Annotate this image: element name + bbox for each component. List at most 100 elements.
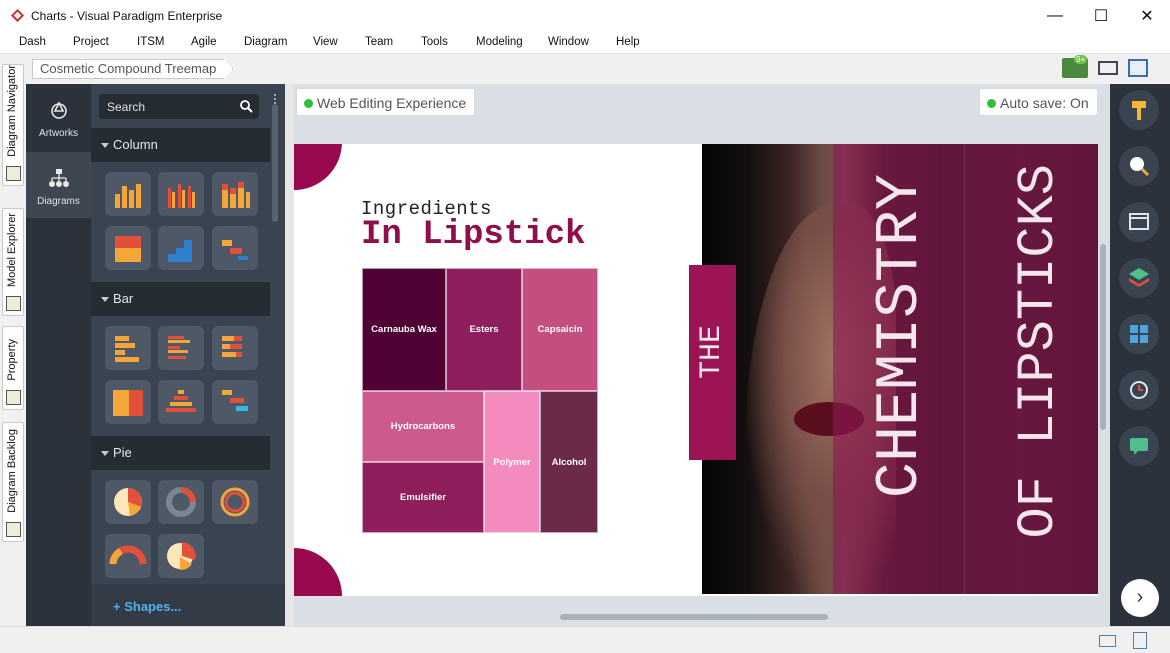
menu-tools[interactable]: Tools (421, 36, 448, 48)
autosave-chip[interactable]: Auto save: On (979, 88, 1098, 116)
tab-diagram-navigator[interactable]: Diagram Navigator (2, 64, 24, 186)
web-editing-label: Web Editing Experience (317, 95, 467, 111)
maximize-button[interactable]: ☐ (1078, 0, 1124, 32)
mail-icon[interactable] (1099, 635, 1116, 647)
canvas-horizontal-scrollbar[interactable] (560, 614, 828, 620)
palette-scrollbar[interactable] (272, 104, 278, 222)
the-label-box: THE (689, 265, 736, 460)
stacked-bar-tile[interactable] (212, 326, 258, 370)
tab-diagram-backlog[interactable]: Diagram Backlog (2, 422, 24, 542)
breadcrumb-bar: Cosmetic Compound Treemap 9+ (26, 54, 1170, 84)
tab-model-explorer[interactable]: Model Explorer (2, 208, 24, 316)
menu-diagram[interactable]: Diagram (244, 36, 287, 48)
tab-label: Diagram Backlog (6, 429, 18, 513)
menu-view[interactable]: View (313, 36, 338, 48)
title-of-lipsticks: OF LIPSTICKS (1009, 164, 1068, 539)
document-edit-icon[interactable] (1133, 632, 1147, 649)
pie-chart-tile[interactable] (105, 480, 151, 524)
treemap-cell-emulsifier[interactable]: Emulsifier (362, 462, 484, 533)
gantt-bar-tile[interactable] (212, 380, 258, 424)
treemap-cell-polymer[interactable]: Polymer (484, 391, 540, 533)
explorer-icon (6, 296, 21, 311)
zoom-icon[interactable] (1119, 146, 1159, 186)
navigator-icon (6, 166, 21, 181)
ring-chart-tile[interactable] (212, 480, 258, 524)
grid-panels-icon[interactable] (1119, 314, 1159, 354)
search-input[interactable]: Search (99, 94, 259, 119)
tab-property[interactable]: Property (2, 326, 24, 410)
history-icon[interactable] (1119, 370, 1159, 410)
artworks-icon (51, 101, 67, 119)
fit-to-window-icon[interactable] (1098, 61, 1118, 75)
treemap-cell-capsaicin[interactable]: Capsaicin (522, 268, 598, 391)
treemap-cell-hydrocarbons[interactable]: Hydrocarbons (362, 391, 484, 462)
stacked-100-column-tile[interactable] (105, 226, 151, 270)
rail-label: Artworks (39, 128, 78, 139)
menu-bar: Dash Project ITSM Agile Diagram View Tea… (0, 32, 1170, 54)
chart-palette: Search Column Bar Pie + Shapes... (91, 84, 285, 626)
category-pie[interactable]: Pie (91, 436, 270, 470)
shapes-link[interactable]: + Shapes... (113, 599, 181, 614)
bar-chart-tile[interactable] (105, 326, 151, 370)
diagram-canvas[interactable]: Web Editing Experience Auto save: On Ing… (294, 84, 1110, 626)
gantt-column-tile[interactable] (212, 226, 258, 270)
diagrams-icon (49, 169, 69, 187)
menu-project[interactable]: Project (73, 36, 109, 48)
half-donut-tile[interactable] (105, 534, 151, 578)
rail-artworks[interactable]: Artworks (26, 84, 91, 150)
web-editing-chip[interactable]: Web Editing Experience (296, 88, 476, 116)
band-divider (964, 144, 965, 594)
rail-label: Diagrams (37, 196, 80, 207)
grouped-column-tile[interactable] (158, 172, 204, 216)
shapes-footer: + Shapes... (91, 584, 285, 626)
title-bar: Charts - Visual Paradigm Enterprise — ☐ … (0, 0, 1170, 32)
stacked-100-bar-tile[interactable] (105, 380, 151, 424)
breadcrumb[interactable]: Cosmetic Compound Treemap (32, 59, 233, 79)
decor-circle-bottom (294, 548, 342, 596)
menu-modeling[interactable]: Modeling (476, 36, 523, 48)
app-logo-icon (10, 8, 25, 23)
expand-panel-button[interactable]: › (1121, 579, 1159, 617)
menu-agile[interactable]: Agile (191, 36, 217, 48)
panel-splitter[interactable] (285, 84, 294, 626)
rail-diagrams[interactable]: Diagrams (26, 152, 91, 218)
format-painter-icon[interactable] (1119, 90, 1159, 130)
tab-label: Diagram Navigator (6, 65, 18, 157)
megaphone-icon[interactable]: 9+ (1062, 55, 1088, 78)
status-dot (987, 99, 996, 108)
decor-circle-top (294, 144, 342, 190)
menu-itsm[interactable]: ITSM (137, 36, 164, 48)
grouped-bar-tile[interactable] (158, 326, 204, 370)
close-button[interactable]: ✕ (1124, 0, 1170, 32)
minimize-button[interactable]: — (1032, 0, 1078, 32)
tab-label: Property (6, 339, 18, 381)
treemap[interactable]: Carnauba Wax Esters Capsaicin Hydrocarbo… (362, 268, 598, 533)
exploded-pie-tile[interactable] (158, 534, 204, 578)
stacked-column-tile[interactable] (212, 172, 258, 216)
canvas-vertical-scrollbar[interactable] (1100, 244, 1106, 430)
the-label: THE (695, 325, 729, 380)
menu-help[interactable]: Help (616, 36, 640, 48)
search-icon[interactable] (240, 100, 253, 113)
donut-chart-tile[interactable] (158, 480, 204, 524)
notification-badge: 9+ (1074, 55, 1088, 64)
menu-window[interactable]: Window (548, 36, 589, 48)
column-chart-tile[interactable] (105, 172, 151, 216)
palette-rail: Artworks Diagrams (26, 84, 91, 626)
category-bar[interactable]: Bar (91, 282, 270, 316)
comments-icon[interactable] (1119, 426, 1159, 466)
pyramid-bar-tile[interactable] (158, 380, 204, 424)
property-icon (6, 390, 21, 405)
panel-layout-icon[interactable] (1128, 59, 1148, 77)
menu-dash[interactable]: Dash (19, 36, 46, 48)
treemap-cell-esters[interactable]: Esters (446, 268, 522, 391)
window-panel-icon[interactable] (1119, 202, 1159, 242)
step-column-tile[interactable] (158, 226, 204, 270)
slide-artboard[interactable]: Ingredients In Lipstick Carnauba Wax Est… (294, 144, 1098, 596)
treemap-cell-carnauba-wax[interactable]: Carnauba Wax (362, 268, 446, 391)
layers-icon[interactable] (1119, 258, 1159, 298)
status-bar (0, 626, 1170, 653)
treemap-cell-alcohol[interactable]: Alcohol (540, 391, 598, 533)
menu-team[interactable]: Team (365, 36, 393, 48)
category-column[interactable]: Column (91, 128, 270, 162)
